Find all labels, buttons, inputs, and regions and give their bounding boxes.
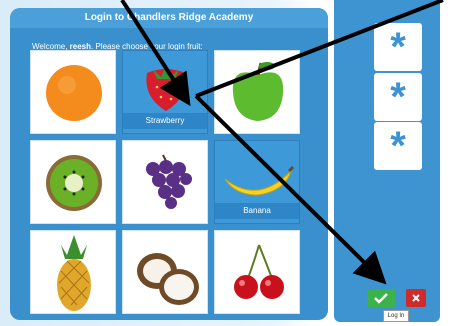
fruit-tile-grapes[interactable] (122, 140, 208, 224)
fruit-tile-pineapple[interactable] (30, 230, 116, 314)
grapes-icon (146, 154, 192, 209)
checkmark-icon (374, 293, 388, 304)
login-button[interactable] (367, 289, 395, 307)
login-tooltip: Log In (383, 310, 409, 322)
fruit-tile-kiwi[interactable] (30, 140, 116, 224)
banana-icon (224, 165, 295, 196)
close-icon (412, 294, 420, 302)
fruit-tile-banana[interactable]: Banana (214, 140, 300, 224)
cherries-icon (234, 244, 284, 299)
fruit-tile-strawberry[interactable]: Strawberry (122, 50, 208, 134)
fruit-tile-orange[interactable] (30, 50, 116, 134)
asterisk-icon: * (390, 124, 406, 168)
coconut-icon (137, 253, 199, 305)
banana-label: Banana (215, 203, 299, 219)
password-slot-2: * (374, 73, 422, 121)
orange-icon (46, 65, 102, 121)
strawberry-icon (146, 65, 186, 111)
asterisk-icon: * (390, 25, 406, 69)
cancel-button[interactable] (406, 289, 426, 307)
pineapple-icon (57, 235, 91, 311)
fruit-grid: Strawberry Banana (30, 50, 300, 315)
kiwi-icon (46, 155, 102, 211)
login-title: Login to Chandlers Ridge Academy (10, 8, 328, 28)
apple-icon (232, 62, 284, 121)
fruit-tile-apple[interactable] (214, 50, 300, 134)
fruit-tile-coconut[interactable] (122, 230, 208, 314)
fruit-tile-cherries[interactable] (214, 230, 300, 314)
password-slot-3: * (374, 122, 422, 170)
asterisk-icon: * (390, 75, 406, 119)
strawberry-label: Strawberry (123, 113, 207, 129)
password-slot-1: * (374, 23, 422, 71)
